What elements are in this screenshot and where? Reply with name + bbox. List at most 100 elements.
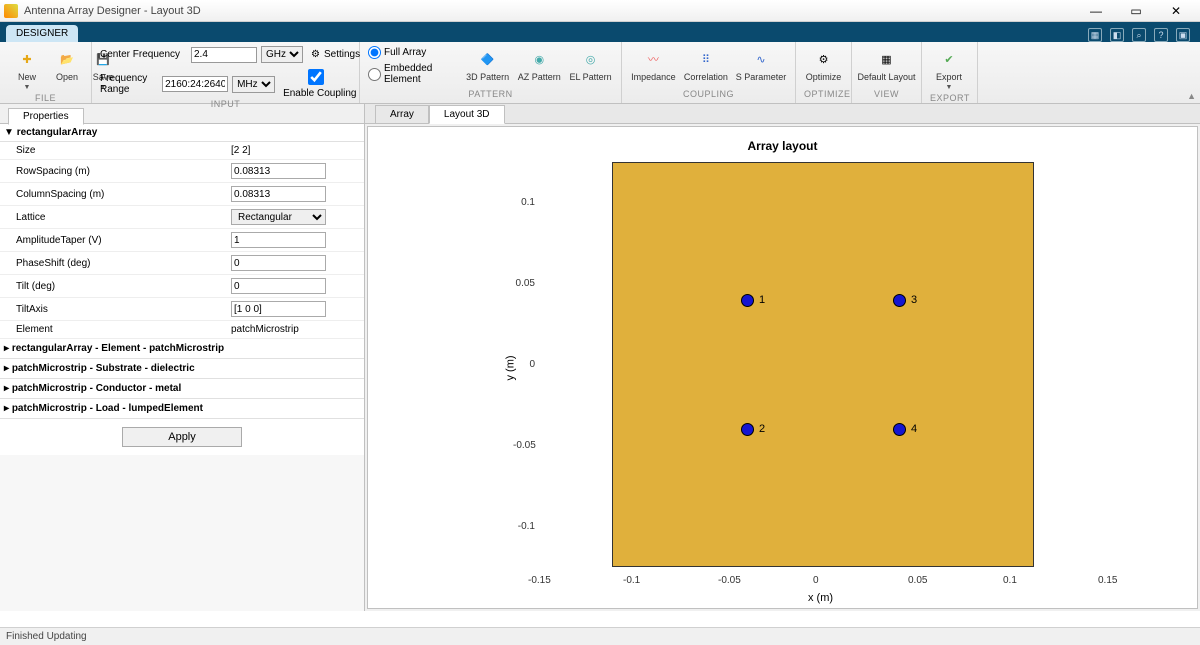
collapse-ribbon-icon[interactable]: ▲ <box>1187 91 1196 101</box>
tab-layout3d[interactable]: Layout 3D <box>429 105 505 124</box>
titlebar: Antenna Array Designer - Layout 3D — ▭ ✕ <box>0 0 1200 22</box>
group-label-optimize: OPTIMIZE <box>804 89 843 103</box>
prop-section-4[interactable]: ▸ patchMicrostrip - Load - lumpedElement <box>0 399 364 419</box>
center-freq-unit[interactable]: GHz <box>261 46 303 63</box>
group-label-file: FILE <box>8 93 83 103</box>
rowspacing-input[interactable] <box>231 163 326 179</box>
chevron-down-icon: ▼ <box>24 84 31 91</box>
status-text: Finished Updating <box>6 631 87 642</box>
group-label-input: INPUT <box>100 99 351 109</box>
colspacing-input[interactable] <box>231 186 326 202</box>
full-array-radio[interactable]: Full Array <box>368 46 459 59</box>
x-tick: 0 <box>813 575 819 586</box>
ribbon-group-optimize: ⚙ Optimize OPTIMIZE <box>796 42 852 103</box>
qa-icon-2[interactable]: ◧ <box>1110 28 1124 42</box>
phase-input[interactable] <box>231 255 326 271</box>
x-tick: 0.15 <box>1098 575 1117 586</box>
chevron-down-icon: ▼ <box>946 84 953 91</box>
window-title: Antenna Array Designer - Layout 3D <box>24 5 1076 17</box>
element-label: 3 <box>911 294 917 306</box>
qa-icon-1[interactable]: ▦ <box>1088 28 1102 42</box>
new-label: New <box>18 72 36 82</box>
y-tick: -0.1 <box>513 521 535 532</box>
x-tick: 0.1 <box>1003 575 1017 586</box>
qa-icon-3[interactable]: ⌕ <box>1132 28 1146 42</box>
3d-pattern-button[interactable]: 🔷 3D Pattern <box>465 46 511 84</box>
optimize-button[interactable]: ⚙ Optimize <box>804 46 843 84</box>
new-button[interactable]: ✚ New ▼ <box>8 46 46 93</box>
maximize-button[interactable]: ▭ <box>1116 0 1156 21</box>
y-tick: -0.05 <box>513 440 535 451</box>
status-bar: Finished Updating <box>0 627 1200 645</box>
az-icon: ◉ <box>528 48 550 70</box>
app-logo-icon <box>4 4 18 18</box>
ribbon: ✚ New ▼ 📂 Open 💾 Save ▼ FILE Center Freq… <box>0 42 1200 104</box>
layout-icon: ▦ <box>876 48 898 70</box>
main: Properties ▼ rectangularArray Size [2 2]… <box>0 104 1200 611</box>
default-layout-button[interactable]: ▦ Default Layout <box>860 46 913 84</box>
viz-tabstrip: Array Layout 3D <box>365 104 1200 124</box>
open-label: Open <box>56 72 78 82</box>
impedance-button[interactable]: 〰 Impedance <box>630 46 677 84</box>
tilt-input[interactable] <box>231 278 326 294</box>
settings-button[interactable]: Settings <box>324 49 360 60</box>
element-label: 1 <box>759 294 765 306</box>
help-icon[interactable]: ? <box>1154 28 1168 42</box>
element-label: 2 <box>759 423 765 435</box>
prop-row-tilt: Tilt (deg) <box>0 275 364 298</box>
element-label: 4 <box>911 423 917 435</box>
freq-range-input[interactable] <box>162 76 228 92</box>
freq-range-unit[interactable]: MHz <box>232 76 275 93</box>
x-tick: 0.05 <box>908 575 927 586</box>
embedded-radio[interactable]: Embedded Element <box>368 63 459 85</box>
ribbon-tabstrip: DESIGNER ▦ ◧ ⌕ ? ▣ <box>0 22 1200 42</box>
tab-array[interactable]: Array <box>375 105 429 124</box>
apply-button[interactable]: Apply <box>122 427 242 447</box>
group-label-pattern: PATTERN <box>368 89 613 103</box>
minimize-button[interactable]: — <box>1076 0 1116 21</box>
ribbon-group-view: ▦ Default Layout VIEW <box>852 42 922 103</box>
group-label-export: EXPORT <box>930 93 969 103</box>
plot-canvas[interactable]: Array layout y (m) x (m) 1234 -0.15-0.1-… <box>367 126 1198 609</box>
prop-row-phase: PhaseShift (deg) <box>0 252 364 275</box>
center-freq-label: Center Frequency <box>100 49 187 60</box>
export-button[interactable]: ✔ Export ▼ <box>930 46 968 93</box>
prop-row-colspacing: ColumnSpacing (m) <box>0 183 364 206</box>
prop-section-2[interactable]: ▸ patchMicrostrip - Substrate - dielectr… <box>0 359 364 379</box>
center-freq-input[interactable] <box>191 47 257 63</box>
x-tick: -0.05 <box>718 575 741 586</box>
plot-title: Array layout <box>368 139 1197 153</box>
group-label-coupling: COUPLING <box>630 89 787 103</box>
correlation-button[interactable]: ⠿ Correlation <box>683 46 729 84</box>
close-button[interactable]: ✕ <box>1156 0 1196 21</box>
check-icon: ✔ <box>938 48 960 70</box>
amp-input[interactable] <box>231 232 326 248</box>
tab-properties[interactable]: Properties <box>8 108 84 125</box>
prop-row-lattice: Lattice Rectangular <box>0 206 364 229</box>
prop-row-tiltaxis: TiltAxis <box>0 298 364 321</box>
prop-header[interactable]: ▼ rectangularArray <box>0 124 364 142</box>
folder-icon: 📂 <box>56 48 78 70</box>
prop-row-rowspacing: RowSpacing (m) <box>0 160 364 183</box>
sparameter-button[interactable]: ∿ S Parameter <box>735 46 787 84</box>
lattice-select[interactable]: Rectangular <box>231 209 326 225</box>
prop-section-1[interactable]: ▸ rectangularArray - Element - patchMicr… <box>0 339 364 359</box>
el-icon: ◎ <box>580 48 602 70</box>
impedance-icon: 〰 <box>642 48 664 70</box>
x-tick: -0.1 <box>623 575 640 586</box>
qa-icon-5[interactable]: ▣ <box>1176 28 1190 42</box>
prop-row-element: Element patchMicrostrip <box>0 321 364 339</box>
array-element-1 <box>741 294 754 307</box>
x-tick: -0.15 <box>528 575 551 586</box>
plot-area: 1 2 3 4 <box>538 162 1108 567</box>
y-tick: 0.05 <box>513 278 535 289</box>
el-pattern-button[interactable]: ◎ EL Pattern <box>568 46 613 84</box>
array-element-3 <box>893 294 906 307</box>
tiltaxis-input[interactable] <box>231 301 326 317</box>
az-pattern-button[interactable]: ◉ AZ Pattern <box>516 46 562 84</box>
prop-row-amp: AmplitudeTaper (V) <box>0 229 364 252</box>
tab-designer[interactable]: DESIGNER <box>6 25 78 42</box>
prop-section-3[interactable]: ▸ patchMicrostrip - Conductor - metal <box>0 379 364 399</box>
open-button[interactable]: 📂 Open <box>52 46 82 84</box>
x-axis-label: x (m) <box>808 592 833 604</box>
